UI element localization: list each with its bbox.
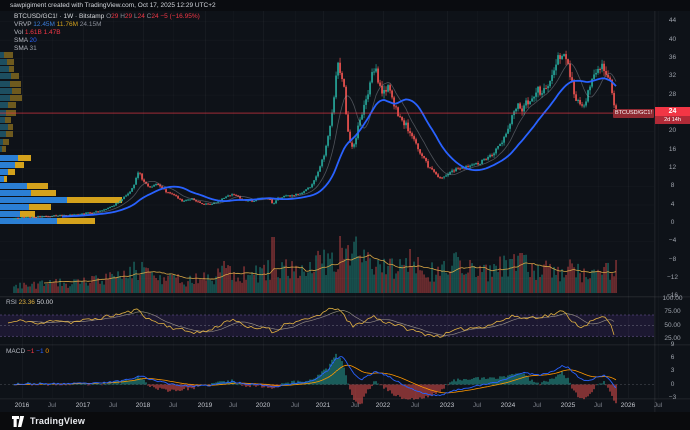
- price-tick-label: 16: [655, 146, 690, 153]
- time-tick-label: Jul: [161, 402, 185, 409]
- time-tick-label: 2026: [616, 402, 640, 409]
- symbol-row[interactable]: BTCUSD/GC1! · 1W · Bitstamp O29 H29 L24 …: [14, 13, 200, 21]
- screenshot-header: sawpigiment created with TradingView.com…: [0, 0, 690, 11]
- vrvp-row[interactable]: VRVP 12.45M 11.76M 24.15M: [14, 21, 200, 29]
- price-tick-label: 0: [655, 219, 690, 226]
- legend-segment: −5 (−16.95%): [160, 13, 199, 20]
- price-scale[interactable]: 444036322824201612840−4−8−12−16100.0075.…: [655, 11, 690, 399]
- price-tick-label: 4: [655, 201, 690, 208]
- symbol-price-flag: BTCUSD/GC1!: [613, 109, 654, 118]
- time-tick-label: 2019: [193, 402, 217, 409]
- legend-segment: MACD: [6, 348, 27, 355]
- price-tick-label: −4: [655, 237, 690, 244]
- time-tick-label: 2023: [435, 402, 459, 409]
- legend-segment: 0: [45, 348, 49, 355]
- legend-segment: VRVP: [14, 21, 33, 28]
- time-tick-label: Jul: [343, 402, 367, 409]
- price-tick-label: 8: [655, 182, 690, 189]
- last-price-value: 24: [655, 107, 690, 116]
- legend-segment: RSI: [6, 299, 19, 306]
- legend-segment: 31: [30, 45, 37, 52]
- legend-segment: SMA: [14, 45, 30, 52]
- main-pane-legend[interactable]: BTCUSD/GC1! · 1W · Bitstamp O29 H29 L24 …: [14, 13, 200, 53]
- time-tick-label: 2021: [311, 402, 335, 409]
- legend-segment: 12.45M: [33, 21, 57, 28]
- legend-segment: SMA: [14, 37, 30, 44]
- footer-bar: TradingView: [0, 412, 690, 430]
- legend-segment: 20: [30, 37, 37, 44]
- price-tick-label: −8: [655, 256, 690, 263]
- legend-segment: BTCUSD/GC1! · 1W · Bitstamp: [14, 13, 106, 20]
- legend-segment: −1: [36, 348, 45, 355]
- time-tick-label: Jul: [525, 402, 549, 409]
- legend-segment: 11.76M: [57, 21, 80, 28]
- legend-segment: Vol: [14, 29, 25, 36]
- legend-segment: 29: [125, 13, 134, 20]
- time-tick-label: Jul: [221, 402, 245, 409]
- price-tick-label: 28: [655, 91, 690, 98]
- price-tick-label: 36: [655, 54, 690, 61]
- price-tick-label: 40: [655, 36, 690, 43]
- price-tick-label: 3: [655, 367, 690, 374]
- time-tick-label: Jul: [40, 402, 64, 409]
- legend-segment: 1.47B: [44, 29, 61, 36]
- tradingview-wordmark[interactable]: TradingView: [30, 416, 85, 426]
- price-tick-label: −12: [655, 274, 690, 281]
- time-tick-label: 2025: [556, 402, 580, 409]
- last-price-tag: 24 2d 14h: [655, 107, 690, 124]
- sma31-row[interactable]: SMA 31: [14, 45, 200, 53]
- macd-pane-legend[interactable]: MACD −1 −1 0: [6, 348, 49, 356]
- legend-segment: −1: [27, 348, 36, 355]
- rsi-pane-legend[interactable]: RSI 23.36 50.00: [6, 299, 53, 307]
- time-tick-label: 2017: [71, 402, 95, 409]
- tradingview-logo-icon[interactable]: [12, 416, 25, 427]
- legend-segment: 24: [138, 13, 147, 20]
- rsi-row[interactable]: RSI 23.36 50.00: [6, 299, 53, 307]
- time-tick-label: Jul: [101, 402, 125, 409]
- price-tick-label: 12: [655, 164, 690, 171]
- legend-segment: 23.36: [19, 299, 37, 306]
- legend-segment: 50.00: [37, 299, 53, 306]
- bar-countdown: 2d 14h: [655, 116, 690, 124]
- legend-segment: 1.61B: [25, 29, 44, 36]
- sma20-row[interactable]: SMA 20: [14, 37, 200, 45]
- time-tick-label: 2022: [371, 402, 395, 409]
- symbol-price-flag-text: BTCUSD/GC1!: [615, 110, 652, 116]
- legend-segment: 29: [111, 13, 120, 20]
- volume-row[interactable]: Vol 1.61B 1.47B: [14, 29, 200, 37]
- screenshot-header-text: sawpigiment created with TradingView.com…: [10, 2, 216, 9]
- time-tick-label: Jul: [586, 402, 610, 409]
- price-tick-label: 0: [655, 381, 690, 388]
- price-tick-label: −3: [655, 394, 690, 401]
- price-tick-label: 9: [655, 341, 690, 348]
- price-tick-label: 100.00: [655, 295, 690, 302]
- macd-row[interactable]: MACD −1 −1 0: [6, 348, 49, 356]
- price-tick-label: 75.00: [655, 308, 690, 315]
- time-tick-label: Jul: [646, 402, 670, 409]
- price-tick-label: 50.00: [655, 322, 690, 329]
- time-tick-label: 2020: [251, 402, 275, 409]
- chart-canvas[interactable]: [0, 0, 690, 430]
- time-tick-label: 2024: [496, 402, 520, 409]
- time-tick-label: 2018: [131, 402, 155, 409]
- price-tick-label: 44: [655, 17, 690, 24]
- tradingview-chart-window: sawpigiment created with TradingView.com…: [0, 0, 690, 430]
- price-tick-label: 32: [655, 72, 690, 79]
- time-tick-label: Jul: [283, 402, 307, 409]
- time-tick-label: 2016: [10, 402, 34, 409]
- price-tick-label: 20: [655, 127, 690, 134]
- time-axis[interactable]: 2016 Jul 2017 Jul 2018 Jul 2019 Jul 2020 Jul 2021 J…: [0, 399, 655, 412]
- price-tick-label: 6: [655, 354, 690, 361]
- legend-segment: 24.15M: [80, 21, 102, 28]
- time-tick-label: Jul: [403, 402, 427, 409]
- time-tick-label: Jul: [465, 402, 489, 409]
